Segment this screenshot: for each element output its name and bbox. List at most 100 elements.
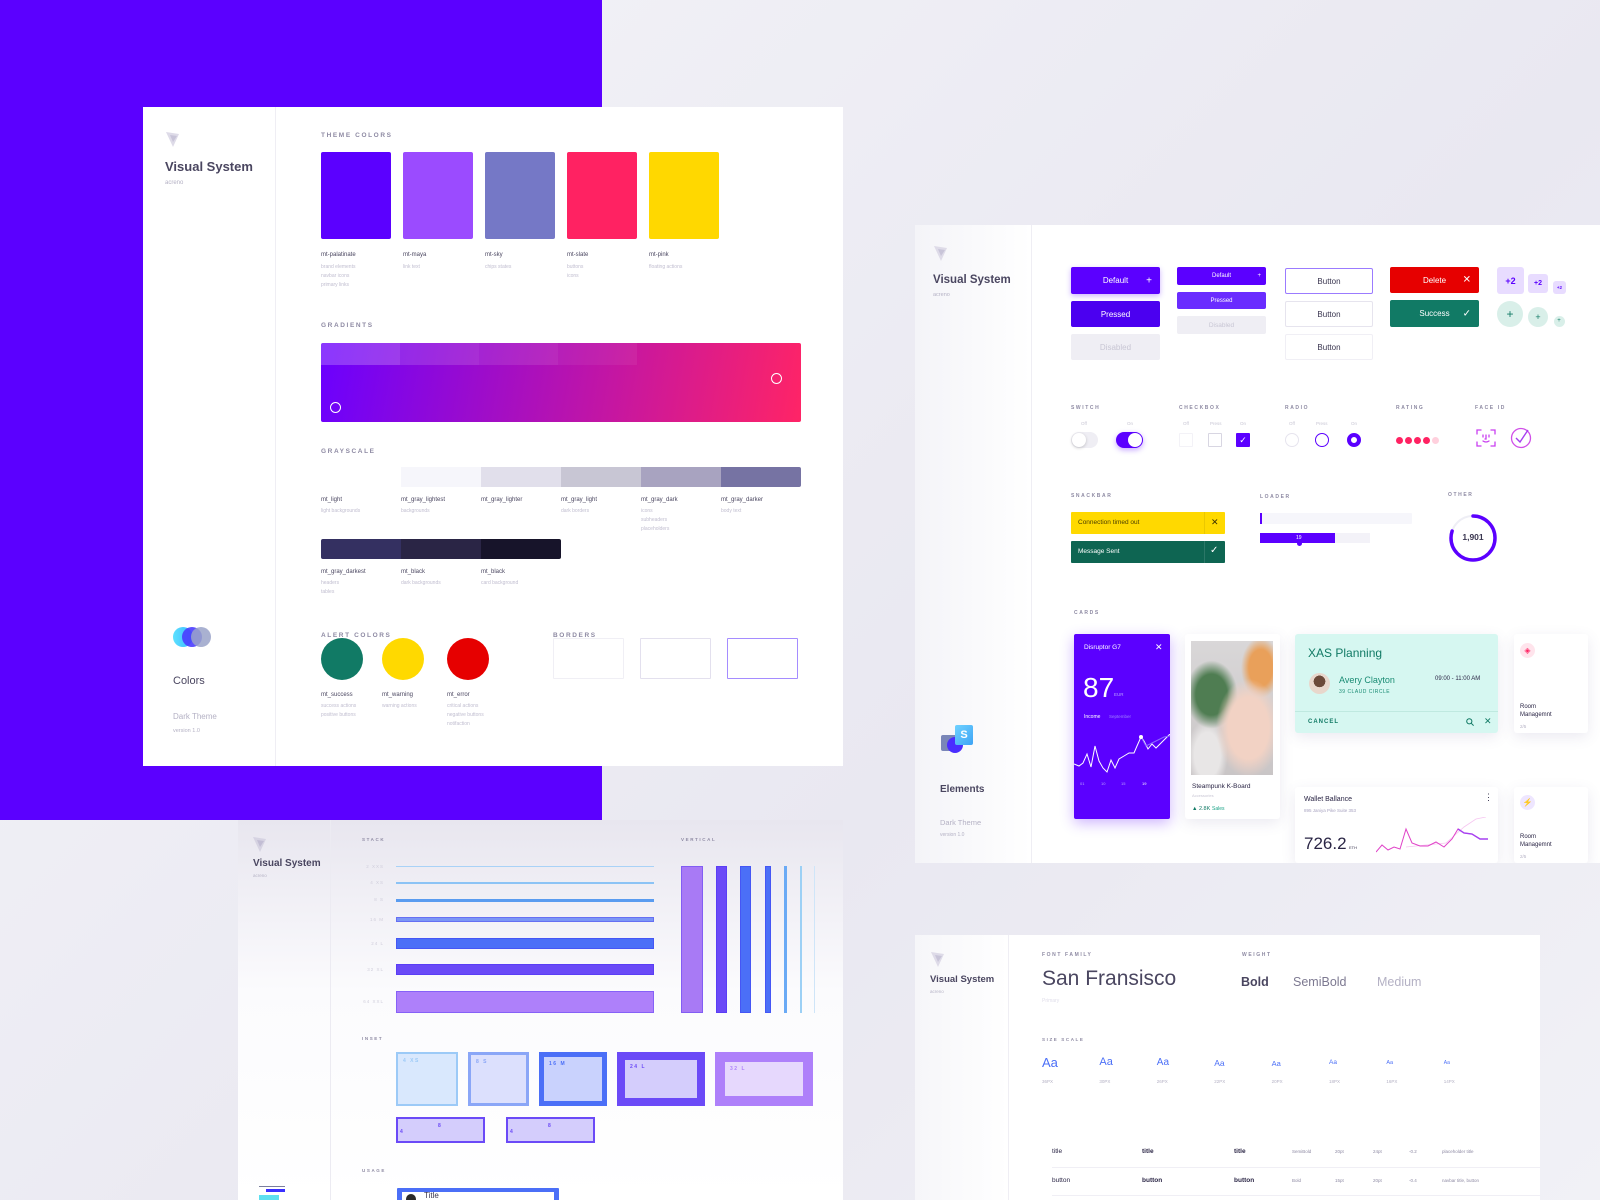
color-swatch-mt-palatinate[interactable] [321, 152, 391, 239]
axis-tick-label: 10 [1101, 781, 1106, 786]
rating-dot[interactable] [1423, 437, 1430, 444]
color-swatch-mt-maya[interactable] [403, 152, 473, 239]
font-family-name: San Fransisco [1042, 967, 1177, 990]
room-card[interactable]: ⚡ Room Managemnt 2/5 [1514, 787, 1588, 863]
alert-color-swatch-mt_success[interactable] [321, 638, 363, 680]
theme-colors-heading: THEME COLORS [321, 132, 393, 139]
axis-tick-label: 01 [1080, 781, 1085, 786]
snackbar-check-icon[interactable]: ✓ [1210, 545, 1218, 556]
inset-content: 4 XS [398, 1054, 456, 1104]
default-button[interactable]: Default + [1071, 267, 1160, 294]
vertical-bar [800, 866, 802, 1013]
close-icon[interactable]: ✕ [1155, 642, 1163, 653]
close-icon[interactable]: ✕ [1484, 716, 1492, 727]
color-name: mt_black [401, 569, 426, 575]
progress-value: 1,901 [1462, 532, 1484, 542]
grayscale-swatch[interactable] [401, 467, 481, 487]
delete-button[interactable]: Delete ✕ [1390, 267, 1479, 293]
grayscale-swatch[interactable] [721, 467, 801, 487]
search-icon [1466, 718, 1474, 726]
rating-dot[interactable] [1396, 437, 1403, 444]
small-disabled-button[interactable]: Disabled [1177, 316, 1266, 334]
gradients-heading: GRADIENTS [321, 322, 374, 329]
alert-color-swatch-mt_error[interactable] [447, 638, 489, 680]
pressed-button[interactable]: Pressed [1071, 301, 1160, 327]
inset-content: 16 M [544, 1057, 602, 1101]
color-usage-note: link text [403, 264, 420, 270]
more-menu-icon[interactable]: ⋮ [1484, 792, 1493, 803]
grayscale-swatch[interactable] [481, 467, 561, 487]
theme-label: Dark Theme [173, 712, 217, 721]
success-button[interactable]: Success ✓ [1390, 300, 1479, 327]
grayscale-dark-swatch[interactable] [321, 539, 401, 559]
divider [1204, 541, 1205, 563]
checkbox-off[interactable] [1179, 433, 1193, 447]
button-label: Disabled [1208, 321, 1235, 329]
product-card[interactable]: Steampunk K-Board Accessories ▲ 2.8K Sales [1185, 634, 1280, 819]
checkbox-on[interactable]: ✓ [1236, 433, 1250, 447]
font-family-heading: FONT FAMILY [1042, 952, 1093, 958]
room-card[interactable]: ◈ Room Managemnt 2/5 [1514, 634, 1588, 733]
color-swatch-mt-sky[interactable] [485, 152, 555, 239]
type-table-cell: -0.2 [1409, 1149, 1417, 1154]
radio-off[interactable] [1285, 433, 1299, 447]
vertical-bar [740, 866, 751, 1013]
gradient-stop-handle-start[interactable] [330, 402, 341, 413]
rating-dot[interactable] [1432, 437, 1439, 444]
small-default-button[interactable]: Default + [1177, 267, 1266, 285]
color-usage-note: navbar icons [321, 273, 350, 279]
add-fab-button[interactable]: + [1497, 301, 1523, 327]
count-chip[interactable]: +2 [1497, 267, 1524, 294]
card-title: Disruptor G7 [1084, 644, 1121, 651]
grayscale-dark-swatch[interactable] [481, 539, 561, 559]
grayscale-dark-swatch[interactable] [401, 539, 481, 559]
tab-income[interactable]: Income [1084, 714, 1100, 720]
state-label: Off [1183, 421, 1189, 426]
rating-dot[interactable] [1414, 437, 1421, 444]
vertical-bar [681, 866, 703, 1013]
button-label: Default [1102, 276, 1129, 285]
count-chip[interactable]: +2 [1528, 274, 1548, 293]
add-fab-button[interactable]: + [1553, 315, 1565, 327]
inset-label: 4 [400, 1129, 403, 1135]
switch-knob [1072, 433, 1086, 447]
brand-title: Visual System [930, 974, 995, 985]
color-name: mt_gray_dark [641, 497, 678, 503]
income-card[interactable]: Disruptor G7 ✕ 87 EUR Income September 01 10 15 1… [1074, 634, 1170, 819]
product-stat: ▲ 2.8K [1192, 806, 1211, 812]
loader-heading: LOADER [1260, 494, 1291, 500]
gradient-stop-handle-end[interactable] [771, 373, 782, 384]
product-image [1191, 641, 1273, 775]
alert-color-swatch-mt_warning[interactable] [382, 638, 424, 680]
tab-september[interactable]: September [1109, 714, 1131, 719]
cancel-button[interactable]: CANCEL [1308, 719, 1339, 725]
grayscale-swatch[interactable] [561, 467, 641, 487]
border-sample [727, 638, 798, 679]
disabled-button[interactable]: Disabled [1071, 334, 1160, 360]
weight-medium: Medium [1377, 975, 1422, 989]
switch-on-toggle[interactable] [1116, 432, 1143, 448]
outline-button[interactable]: Button [1285, 301, 1373, 327]
add-fab-button[interactable]: + [1528, 307, 1548, 327]
outline-button[interactable]: Button [1285, 268, 1373, 294]
rating-dot[interactable] [1405, 437, 1412, 444]
color-swatch-mt-pink[interactable] [649, 152, 719, 239]
radio-on[interactable] [1347, 433, 1361, 447]
radio-press[interactable] [1315, 433, 1329, 447]
version-label: version 1.0 [940, 832, 965, 838]
planning-card[interactable]: XAS Planning Avery Clayton 39 CLAUD CIRCLE… [1295, 634, 1498, 733]
grayscale-swatch[interactable] [641, 467, 721, 487]
count-chip[interactable]: +2 [1553, 281, 1566, 294]
small-pressed-button[interactable]: Pressed [1177, 292, 1266, 309]
button-label: Button [1317, 342, 1341, 352]
switch-off-toggle[interactable] [1071, 432, 1098, 448]
type-table-cell: 15pt [1335, 1178, 1344, 1183]
stack-bar [396, 964, 654, 975]
outline-button[interactable]: Button [1285, 334, 1373, 360]
checkbox-press[interactable] [1208, 433, 1222, 447]
wallet-card[interactable]: Wallet Ballance 895 Janiya Pike Suite 353… [1295, 787, 1498, 863]
color-swatch-mt-slate[interactable] [567, 152, 637, 239]
border-sample [640, 638, 711, 679]
type-size-sample: Aa [1214, 1057, 1225, 1068]
snackbar-close-icon[interactable]: ✕ [1211, 517, 1219, 528]
